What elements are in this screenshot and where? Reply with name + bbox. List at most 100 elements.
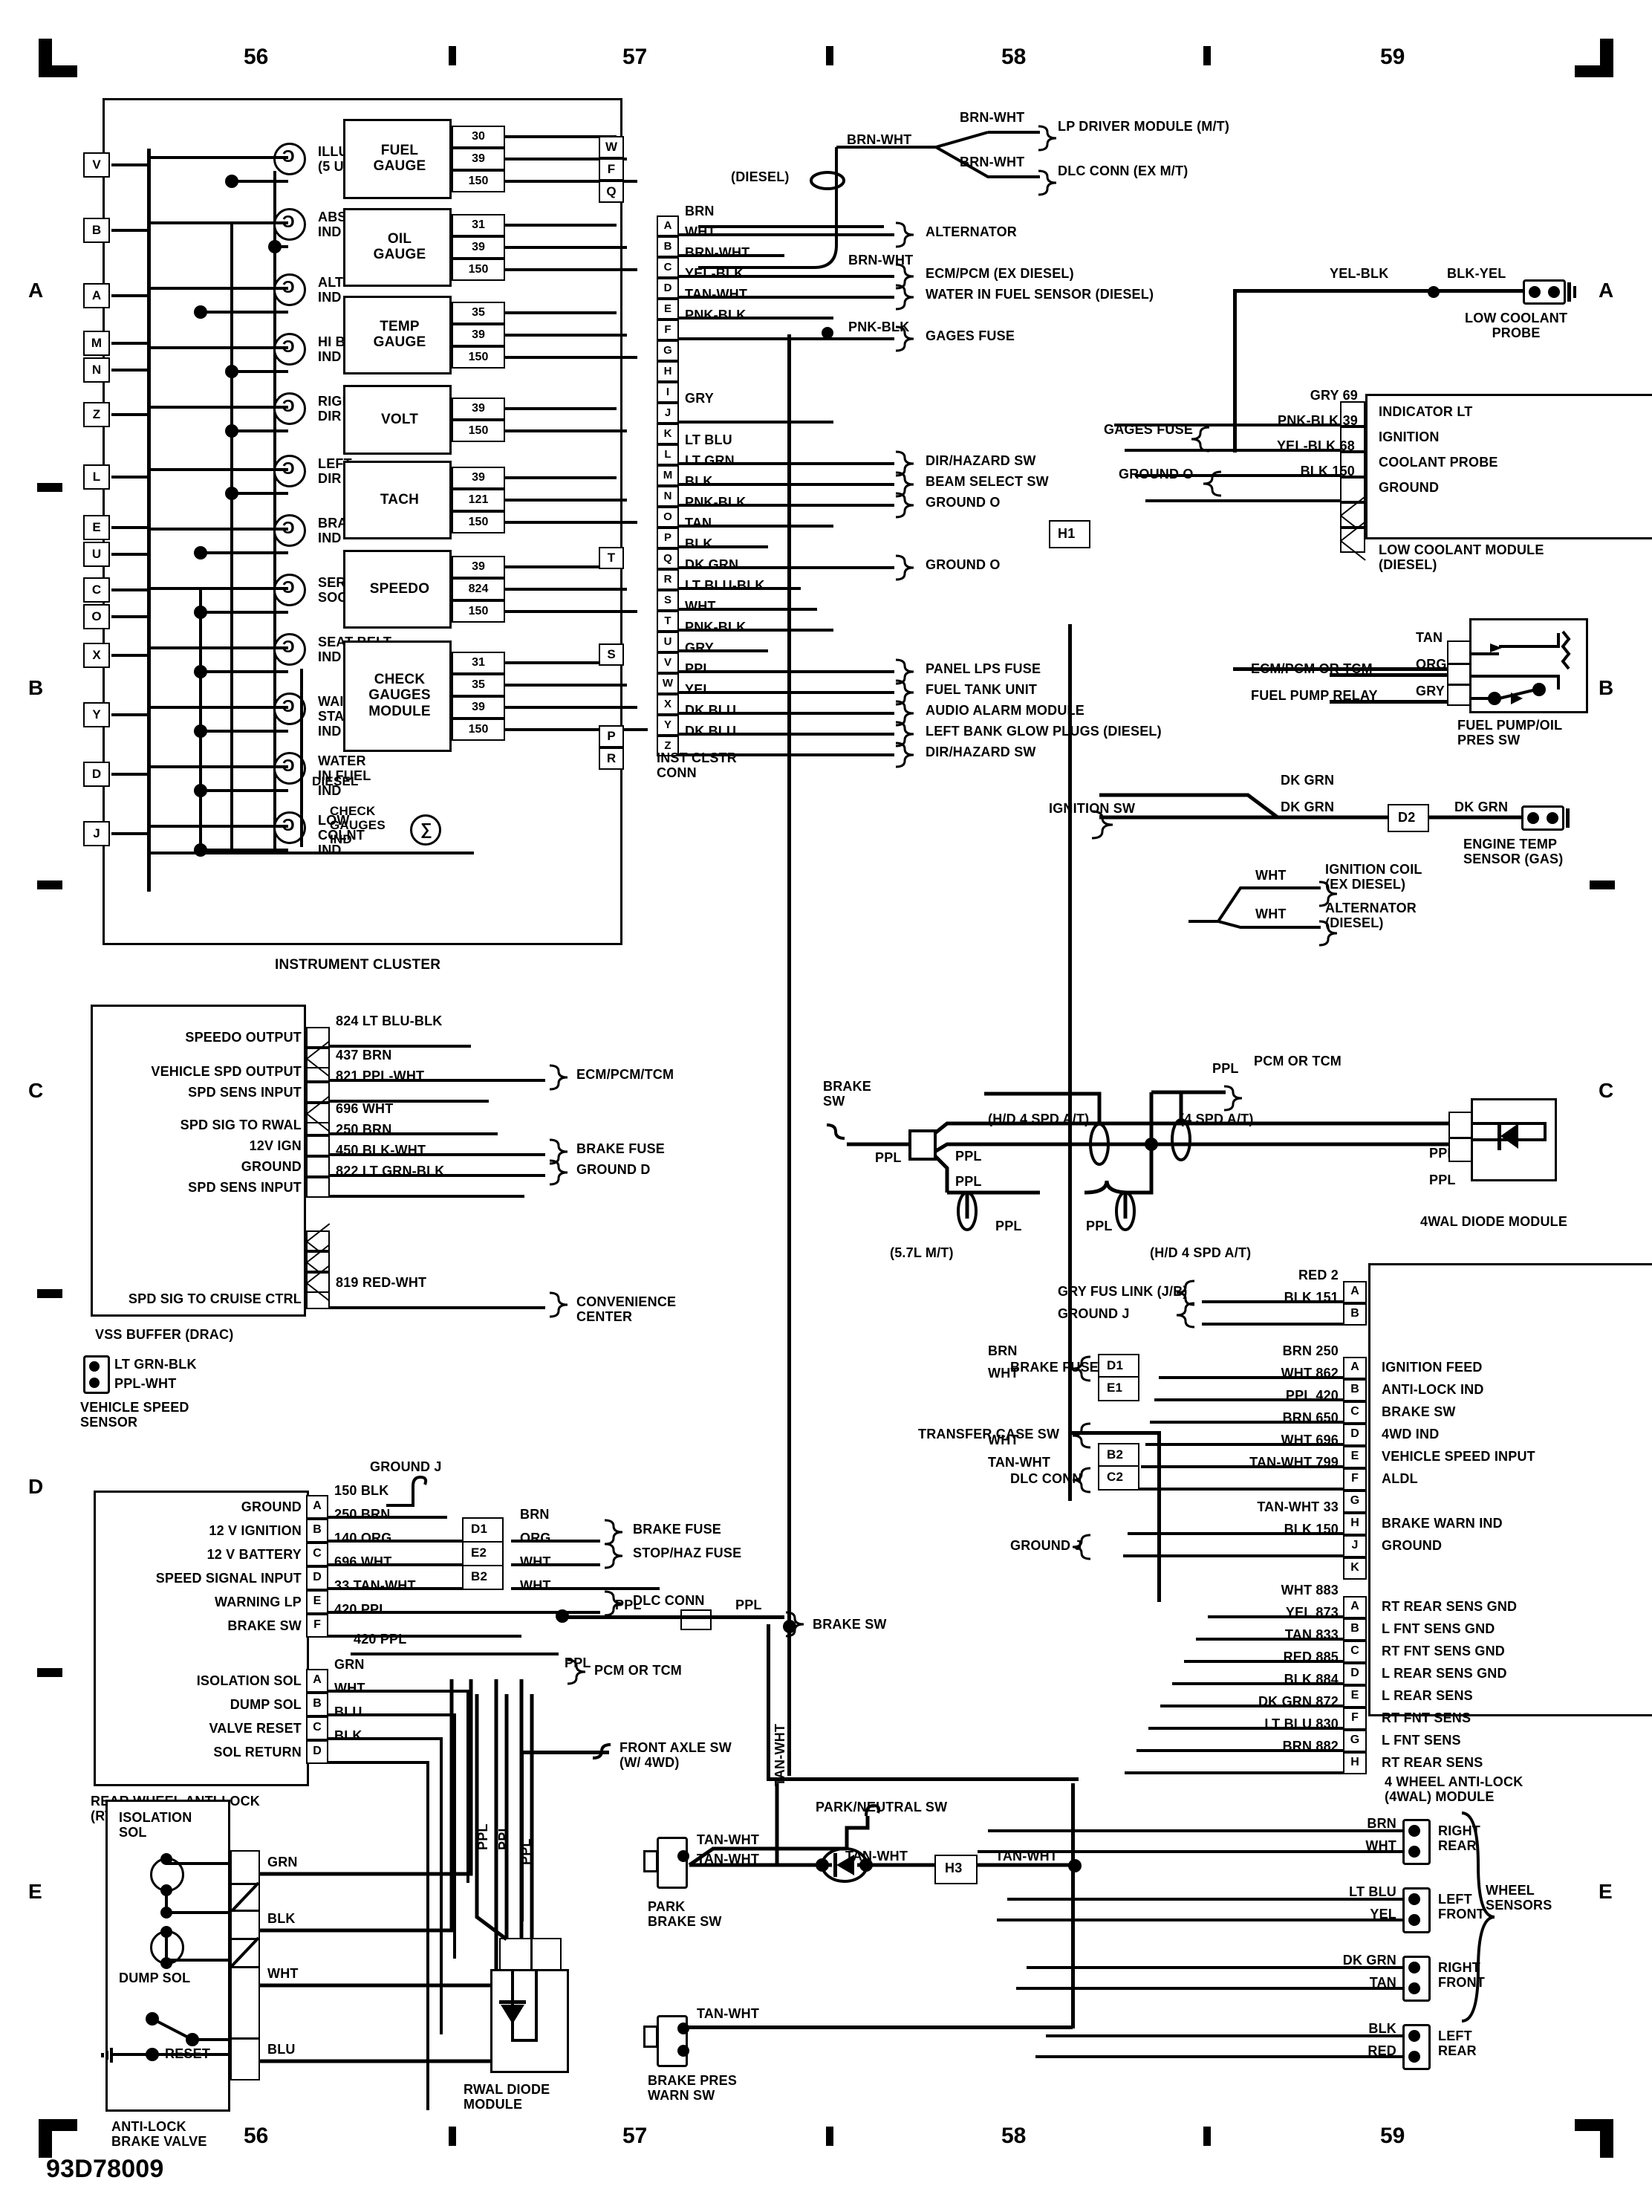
gauge-circuit-wire-7-3 <box>505 706 637 709</box>
brake-pres-tab <box>643 2025 658 2048</box>
diesel-note-label: DIESEL <box>312 774 359 788</box>
grid-dash-left <box>37 483 62 492</box>
conn-wire-S: LT BLU-BLK <box>685 578 765 593</box>
rwal-diode-module-title: RWAL DIODE MODULE <box>464 2082 550 2112</box>
conn-wire-N: BLK <box>685 474 713 489</box>
wal4-sens-pin-F: F <box>1343 1707 1367 1730</box>
vss-wire-2: 437 BRN <box>336 1048 392 1063</box>
conn-wire-P: TAN <box>685 516 712 531</box>
grid-dash-right <box>1590 880 1615 889</box>
fuel-pump-conn-div-1 <box>1447 663 1471 665</box>
wal4-left-wire-1: BRN <box>988 1343 1018 1358</box>
conn-dest-Y: LEFT BANK GLOW PLUGS (DIESEL) <box>926 724 1162 739</box>
trunk-horiz-2 <box>1068 1431 1157 1435</box>
cluster-output-terminal-P: P <box>599 725 624 747</box>
rwal-splice-label-D1: D1 <box>471 1522 488 1536</box>
yel-blk-wire <box>1233 289 1524 293</box>
vss-pin-cell-7 <box>306 1177 330 1198</box>
wal4-label-8: BRAKE WARN IND <box>1382 1516 1503 1531</box>
low-coolant-probe-pin-1 <box>1529 286 1541 298</box>
wal4-left-wire-2: WHT <box>988 1366 1019 1381</box>
check-gauges-ind-label: CHECK GAUGES IND <box>330 804 386 847</box>
fuel-pump-conn-div-2 <box>1447 684 1471 686</box>
gauge-circuit-wire-6-3 <box>505 610 637 613</box>
ground-o-source-label: GROUND O <box>1119 467 1194 481</box>
conn-wire-R: DK GRN <box>685 557 739 572</box>
rwal-pin-D: D <box>306 1566 328 1590</box>
wal4-label-4: 4WD IND <box>1382 1427 1440 1441</box>
wal4-sens-label-2: L FNT SENS GND <box>1382 1621 1495 1636</box>
fuel-pump-wire-tan: TAN <box>1416 630 1443 645</box>
park-brake-wires <box>688 1783 1070 1883</box>
rwal-wire-1: 150 BLK <box>334 1483 389 1498</box>
wal4-wire-6: TAN-WHT 799 <box>1249 1455 1339 1470</box>
wal4-source-brace-9 <box>1072 1534 1091 1560</box>
wal4-label-2: ANTI-LOCK IND <box>1382 1382 1484 1397</box>
indicator-wire-8 <box>147 587 288 590</box>
vss-pin-label-7: SPD SENS INPUT <box>188 1180 302 1195</box>
vss-wire-7: 822 LT GRN-BLK <box>336 1164 445 1178</box>
wal4-sens-label-5: L REAR SENS <box>1382 1688 1473 1703</box>
wal4-wire-2: WHT 862 <box>1281 1366 1339 1381</box>
rwal-pin-A: A <box>306 1495 328 1519</box>
org-feed-wire <box>1330 673 1448 677</box>
vss-unused-cell-1 <box>306 1048 330 1068</box>
rwal-sol-wire-2: WHT <box>334 1681 365 1696</box>
wal4-splice-label-D1: D1 <box>1107 1358 1124 1372</box>
vss-wire-lt-grn-blk: LT GRN-BLK <box>114 1357 197 1372</box>
cluster-terminal-D: D <box>83 762 110 787</box>
cluster-terminal-Y: Y <box>83 702 110 727</box>
vss-brace-8 <box>549 1291 568 1318</box>
indicator-return-9 <box>199 670 288 673</box>
gauge-circuit-wire-5-2 <box>505 499 627 502</box>
conn-pin-T: T <box>657 611 679 632</box>
lcm-wire-3: YEL-BLK 68 <box>1276 438 1355 453</box>
front-axle-drop <box>520 1751 524 1921</box>
lcm-unused-cell-2 <box>1340 528 1365 553</box>
cluster-output-terminal-S: S <box>599 643 624 666</box>
wheel-sensor-line-b-4 <box>1035 2055 1404 2058</box>
conn-dest-M: BEAM SELECT SW <box>926 474 1049 489</box>
wal4-wire-3: PPL 420 <box>1285 1388 1339 1403</box>
wal4-pin-E: E <box>1343 1446 1367 1468</box>
indicator-wire-11 <box>147 765 288 768</box>
wal4-pin-F: F <box>1343 1468 1367 1491</box>
rwal-wire-5: 33 TAN-WHT <box>334 1578 416 1593</box>
grid-dash-left <box>37 1289 62 1298</box>
wal4-sens-label-3: RT FNT SENS GND <box>1382 1644 1506 1658</box>
vss-pin-label-5: 12V IGN <box>249 1138 302 1153</box>
vss-pin-1 <box>89 1361 100 1372</box>
probe-ground-symbol <box>1567 282 1571 302</box>
conn-dest-Z: DIR/HAZARD SW <box>926 745 1036 759</box>
rwal-pcm-brace <box>567 1658 586 1685</box>
conn-wire-X: YEL <box>685 682 712 697</box>
conn-wire-O: PNK-BLK <box>685 495 747 510</box>
wal4-pin-C: C <box>1343 1401 1367 1424</box>
rwal-extra-ppl-line <box>351 1652 559 1655</box>
pump-motor-brace-2 <box>1176 1302 1195 1329</box>
rwal-sol-wire-3: BLU <box>334 1705 362 1719</box>
low-coolant-wire-left: YEL-BLK <box>1330 266 1389 281</box>
vss-pin-label-4: SPD SIG TO RWAL <box>180 1118 302 1132</box>
cluster-terminal-wire-L <box>111 476 150 479</box>
cluster-bus-2 <box>199 587 202 854</box>
front-axle-brace <box>592 1743 611 1759</box>
wal4-label-5: VEHICLE SPEED INPUT <box>1382 1449 1535 1464</box>
gauge-circuit-wire-7-4 <box>505 728 648 731</box>
lcm-label-4: GROUND <box>1379 480 1440 495</box>
lcm-label-2: IGNITION <box>1379 429 1440 444</box>
wal4-label-3: BRAKE SW <box>1382 1404 1456 1419</box>
wheel-sensor-pin-a-3 <box>1408 1962 1420 1973</box>
conn-pin-V: V <box>657 652 679 673</box>
gauge-circuit-wire-6-2 <box>505 588 627 591</box>
rwal-pin-E: E <box>306 1590 328 1614</box>
rwal-sol-pin-D: D <box>306 1740 328 1764</box>
vss-wire-4: 696 WHT <box>336 1101 394 1116</box>
vss-wire-5: 250 BRN <box>336 1122 392 1137</box>
pump-motor-brace-1 <box>1176 1279 1195 1306</box>
rwal-ppl-connector <box>680 1609 712 1630</box>
grid-row-label-c-right: C <box>1599 1079 1614 1102</box>
wheel-sensors-title: WHEEL SENSORS <box>1486 1883 1552 1913</box>
grid-row-label-e-left: E <box>28 1880 42 1903</box>
indicator-junction-11 <box>194 784 207 797</box>
